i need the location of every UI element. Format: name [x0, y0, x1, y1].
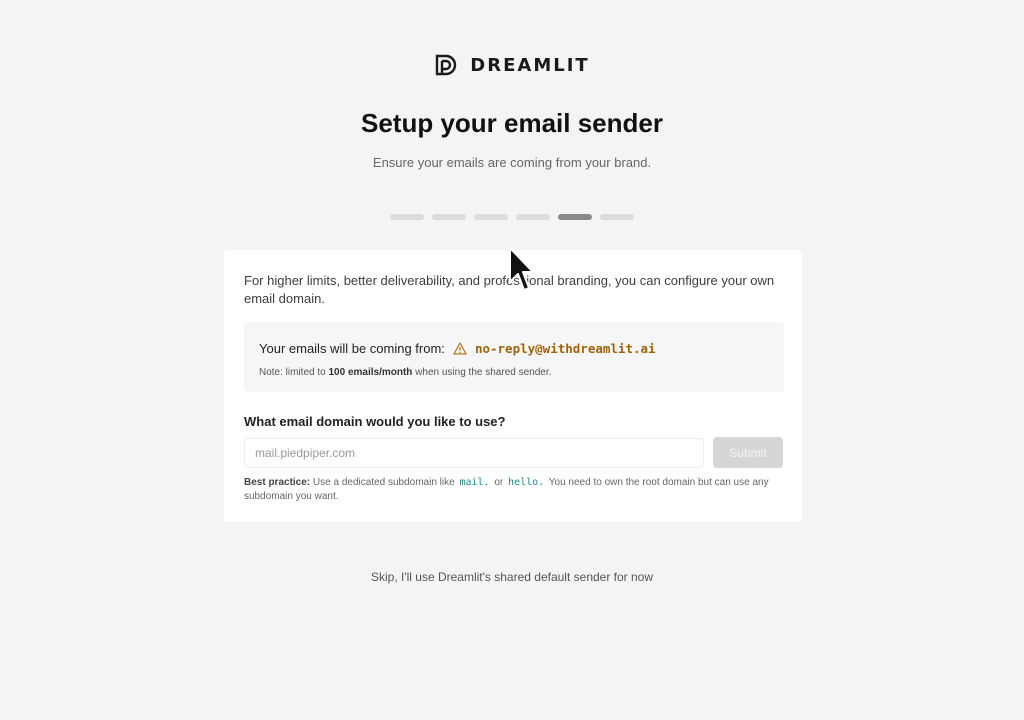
step-5-current [558, 214, 592, 220]
sender-line: Your emails will be coming from: no-repl… [259, 341, 656, 356]
limit-note: Note: limited to 100 emails/month when u… [259, 367, 551, 378]
current-sender-box: Your emails will be coming from: no-repl… [244, 322, 784, 392]
page-title: Setup your email sender [361, 108, 663, 138]
warning-icon [453, 342, 467, 355]
note-prefix: Note: limited to [259, 367, 326, 378]
hint-or: or [494, 477, 504, 488]
mouse-cursor-icon [509, 247, 534, 291]
progress-stepper [0, 214, 1024, 220]
hint-label: Best practice: [244, 477, 311, 488]
hint-code-mail: mail. [459, 477, 490, 488]
submit-button[interactable]: Submit [713, 437, 783, 468]
brand-name: DREAMLIT [470, 54, 590, 76]
sender-address: no-reply@withdreamlit.ai [474, 341, 656, 356]
step-6 [600, 214, 634, 220]
skip-link[interactable]: Skip, I'll use Dreamlit's shared default… [0, 570, 1024, 584]
page-subtitle: Ensure your emails are coming from your … [372, 155, 652, 170]
email-domain-input[interactable] [244, 438, 704, 468]
brand-logo: DREAMLIT [0, 54, 1024, 76]
domain-question: What email domain would you like to use? [244, 414, 506, 429]
note-suffix: when using the shared sender. [415, 367, 552, 378]
step-4 [516, 214, 550, 220]
step-1 [390, 214, 424, 220]
step-3 [474, 214, 508, 220]
step-2 [432, 214, 466, 220]
hint-text-1: Use a dedicated subdomain like [312, 477, 455, 488]
dreamlit-d-logo-icon [436, 54, 457, 76]
hint-code-hello: hello. [508, 477, 545, 488]
best-practice-hint: Best practice: Use a dedicated subdomain… [244, 476, 784, 504]
sender-label: Your emails will be coming from: [259, 341, 445, 356]
note-limit: 100 emails/month [328, 367, 413, 378]
